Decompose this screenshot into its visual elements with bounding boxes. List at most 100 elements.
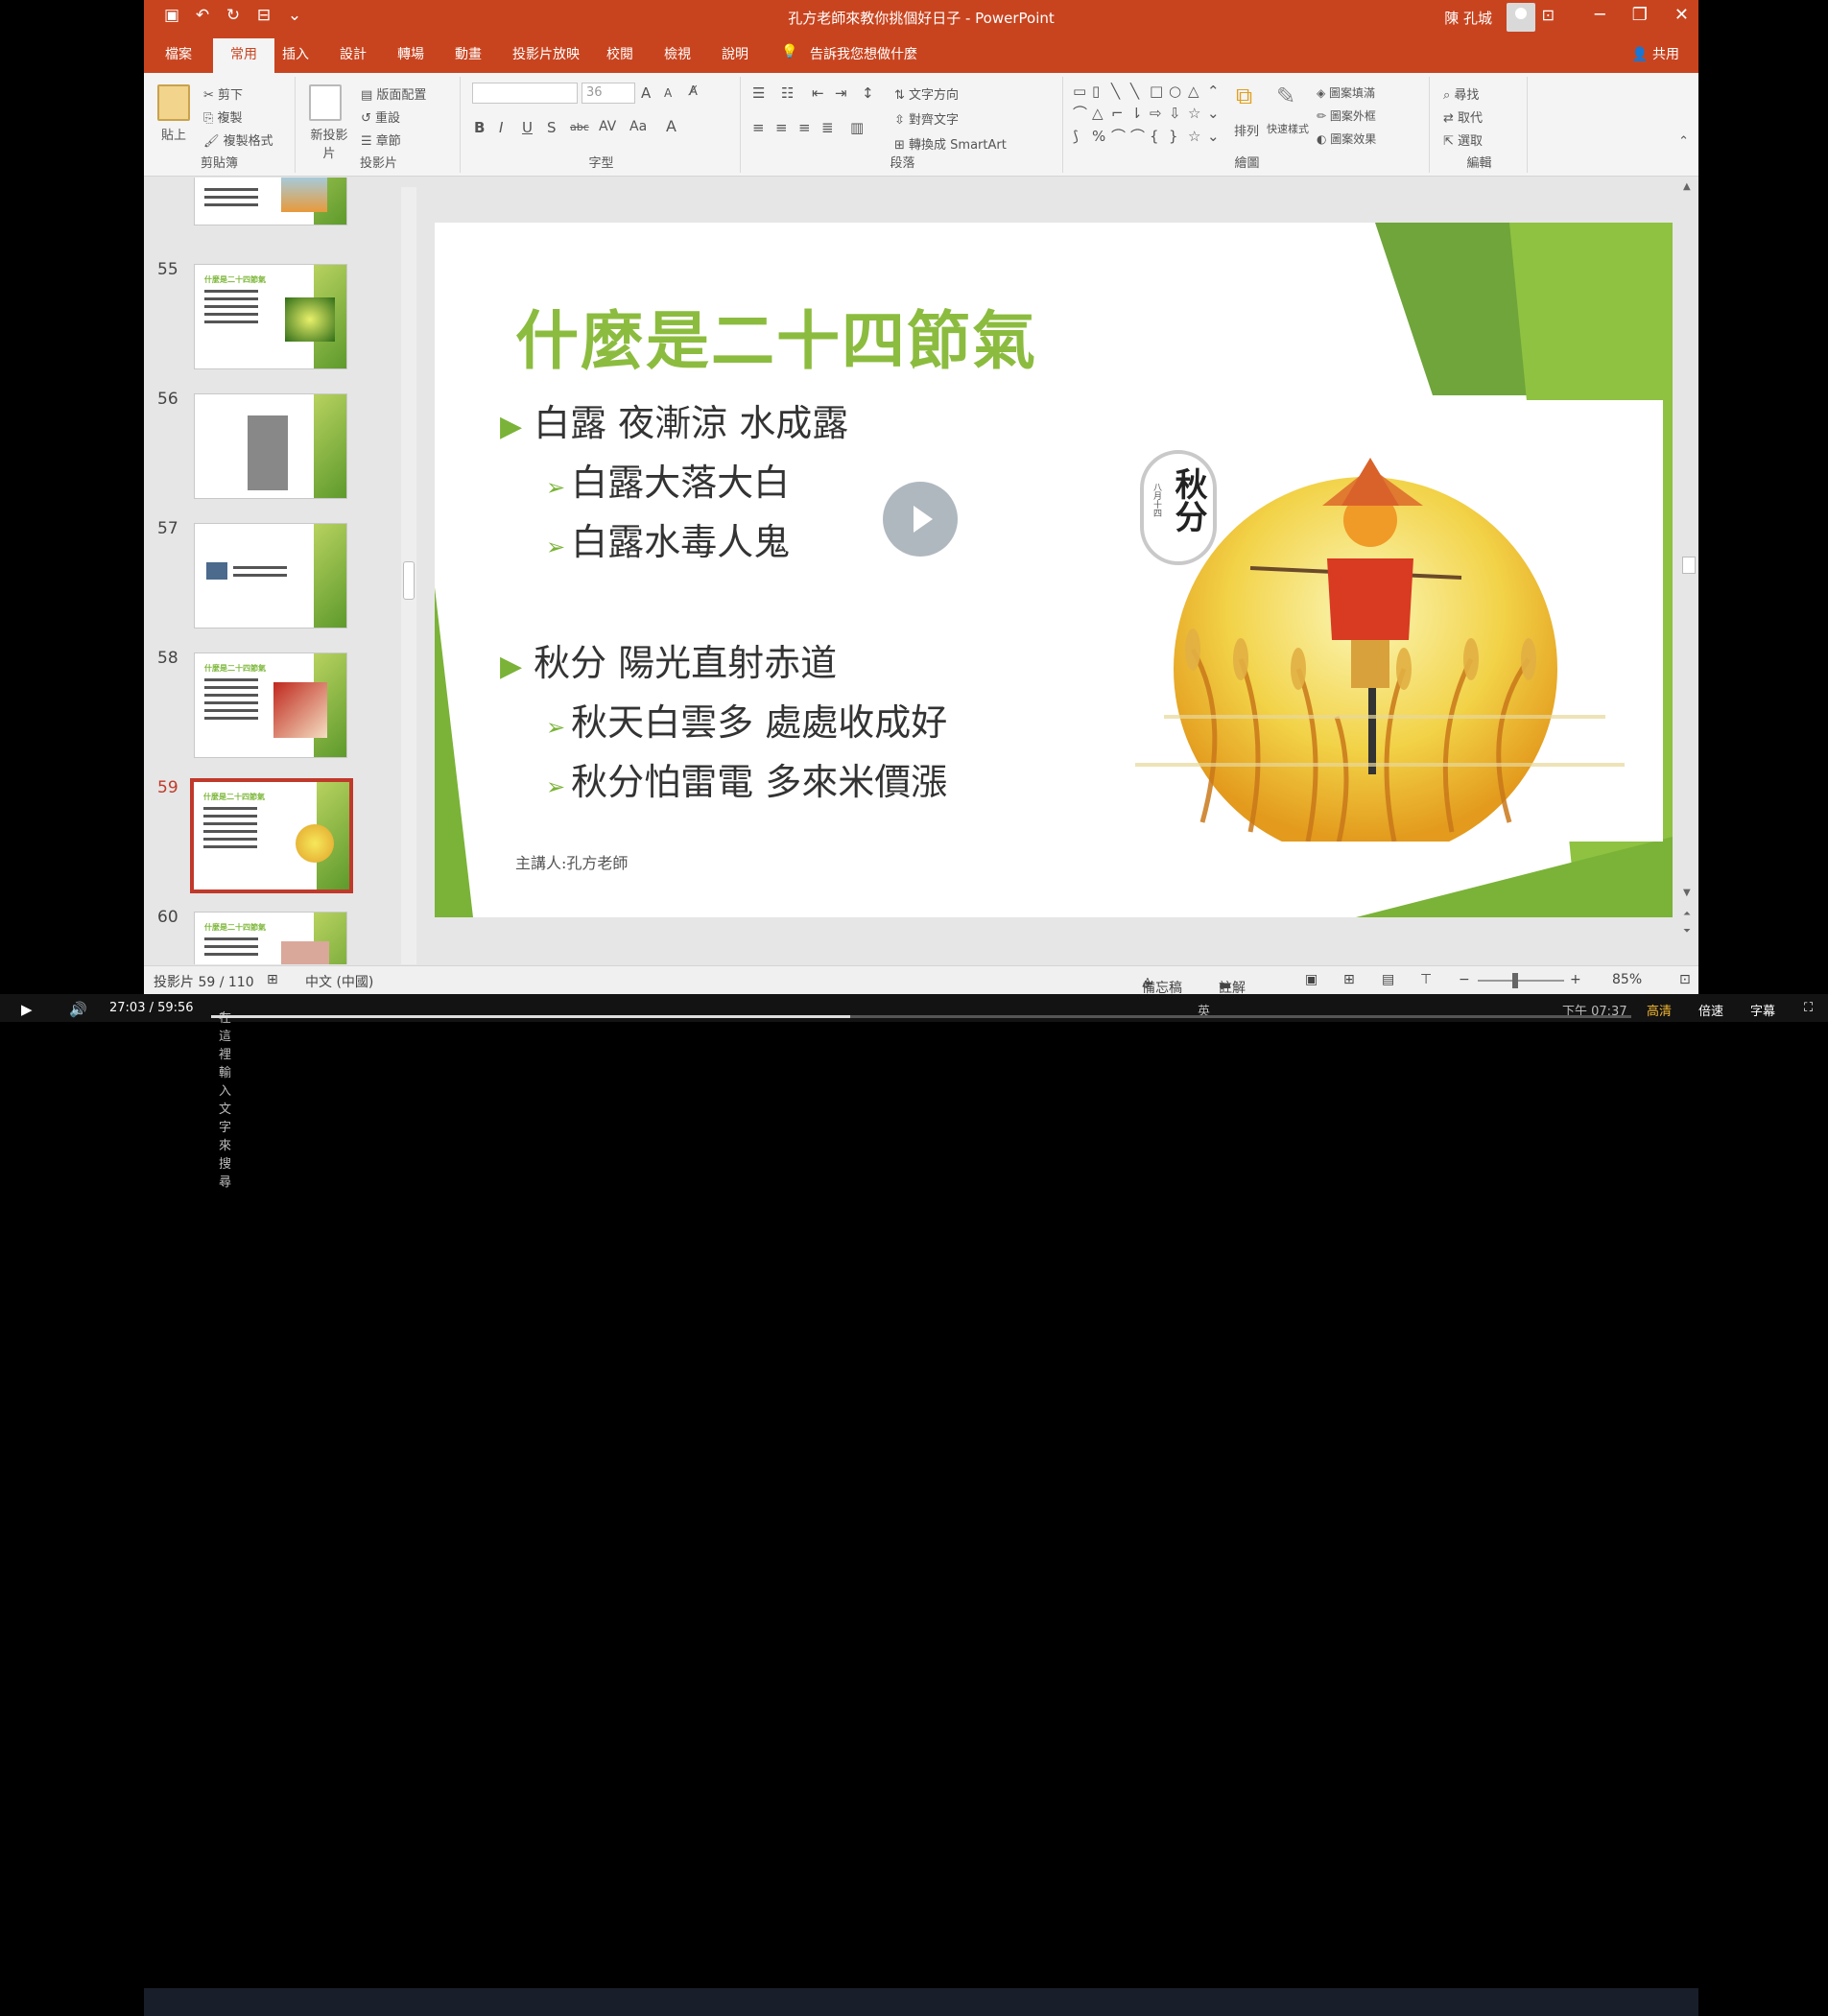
text-shadow-icon[interactable]: S [547, 119, 557, 136]
section-button[interactable]: ☰ 章節 [361, 130, 401, 149]
ribbon-display-options-icon[interactable]: ⊡ [1542, 6, 1555, 24]
zoom-level[interactable]: 85% [1612, 972, 1642, 987]
slide-thumbnail[interactable]: 什麼是二十四節氣 [194, 652, 347, 758]
slide-scrollbar[interactable]: ▲ ▼ ⏶ ⏷ [1679, 178, 1698, 964]
font-size-field[interactable]: 36 [582, 83, 635, 104]
language-indicator[interactable]: 中文 (中國) [305, 972, 373, 991]
new-slide-icon[interactable] [309, 84, 342, 121]
arrange-button[interactable]: 排列 [1234, 121, 1259, 139]
restore-icon[interactable]: ❐ [1632, 5, 1648, 25]
play-icon[interactable]: ▶ [21, 1001, 33, 1018]
tab-file[interactable]: 檔案 [165, 44, 192, 63]
tab-design[interactable]: 設計 [340, 44, 367, 63]
shapes-gallery[interactable]: ▭ ▯ ╲ ╲ □ ○ △ ⌃ ⌒ △ ⌐ ⇂ ⇨ ⇩ ☆ ⌄ ⟆% ⌒ ⌒{} ☆ ⌄ [1073, 81, 1226, 148]
quick-styles-button[interactable]: 快速樣式 [1267, 121, 1309, 136]
user-name[interactable]: 陳 孔城 [1444, 8, 1492, 28]
font-color-icon[interactable]: A [666, 117, 677, 135]
thumbnail-scrollbar-thumb[interactable] [403, 561, 415, 600]
paste-button[interactable]: 貼上 [161, 125, 186, 143]
align-text-button[interactable]: ⇳ 對齊文字 [894, 109, 959, 128]
fullscreen-icon[interactable]: ⛶ [1804, 1001, 1813, 1015]
minimize-icon[interactable]: ─ [1595, 5, 1605, 25]
slide-thumbnail[interactable]: 什麼是二十四節氣 [194, 264, 347, 369]
slide-title[interactable]: 什麼是二十四節氣 [515, 290, 1037, 382]
replace-button[interactable]: ⇄ 取代 [1443, 107, 1483, 126]
spellcheck-icon[interactable]: ⊞ [267, 972, 278, 987]
sub-bullet-2b[interactable]: ➢ 秋分怕雷電 多來米價漲 [546, 752, 947, 805]
scrollbar-thumb[interactable] [1682, 557, 1696, 574]
format-painter-button[interactable]: 🖌 複製格式 [203, 130, 273, 149]
tab-slideshow[interactable]: 投影片放映 [512, 44, 580, 63]
scroll-down-icon[interactable]: ▼ [1683, 888, 1691, 898]
zoom-slider-thumb[interactable] [1512, 973, 1518, 988]
previous-slide-icon[interactable]: ⏶ [1683, 909, 1691, 919]
clear-format-icon[interactable]: A̸ [689, 84, 698, 99]
sub-bullet-1b[interactable]: ➢ 白露水毒人鬼 [546, 512, 790, 565]
columns-icon[interactable]: ▥ [850, 119, 864, 136]
find-button[interactable]: ⌕ 尋找 [1443, 84, 1479, 103]
select-button[interactable]: ⇱ 選取 [1443, 130, 1483, 149]
slide-thumbnail[interactable]: 什麼是二十四節氣 [194, 912, 347, 964]
avatar[interactable] [1507, 3, 1535, 32]
numbering-icon[interactable]: ☷ [781, 84, 794, 102]
speed-button[interactable]: 倍速 [1698, 1001, 1723, 1019]
tab-view[interactable]: 檢視 [664, 44, 691, 63]
shape-fill-button[interactable]: ◈ 圖案填滿 [1317, 84, 1375, 101]
shape-effects-button[interactable]: ◐ 圖案效果 [1317, 130, 1376, 147]
collapse-ribbon-icon[interactable]: ⌃ [1678, 134, 1689, 149]
quick-styles-icon[interactable]: ✎ [1276, 83, 1295, 109]
line-spacing-icon[interactable]: ↕ [862, 84, 874, 102]
share-button[interactable]: 👤 共用 [1631, 44, 1679, 63]
scroll-up-icon[interactable]: ▲ [1683, 181, 1691, 192]
slide-sorter-icon[interactable]: ⊞ [1343, 972, 1355, 987]
quality-button[interactable]: 高清 [1647, 1001, 1672, 1019]
arrange-icon[interactable]: ⧉ [1236, 83, 1252, 109]
bold-icon[interactable]: B [474, 119, 485, 136]
paste-icon[interactable] [157, 84, 190, 121]
align-left-icon[interactable]: ≡ [752, 119, 765, 136]
increase-indent-icon[interactable]: ⇥ [835, 84, 847, 102]
smartart-button[interactable]: ⊞ 轉換成 SmartArt [894, 134, 1007, 153]
slide-thumbnail[interactable] [194, 178, 347, 225]
font-name-field[interactable] [472, 83, 578, 104]
reading-view-icon[interactable]: ▤ [1382, 972, 1394, 987]
tab-help[interactable]: 說明 [722, 44, 748, 63]
sub-bullet-2a[interactable]: ➢ 秋天白雲多 處處收成好 [546, 693, 947, 746]
copy-button[interactable]: ⎘ 複製 [203, 107, 243, 126]
close-icon[interactable]: ✕ [1674, 5, 1689, 25]
character-spacing-icon[interactable]: AV [599, 119, 616, 134]
slide-canvas[interactable]: 什麼是二十四節氣 ▶ 白露 夜漸涼 水成露 ➢ 白露大落大白 ➢ 白露水毒人鬼 ▶ 秋分… [435, 223, 1673, 917]
play-button[interactable] [883, 482, 958, 557]
slide-thumbnail-selected[interactable]: 什麼是二十四節氣 [190, 778, 353, 893]
tab-home[interactable]: 常用 [213, 38, 274, 73]
tell-me-search[interactable]: 告訴我您想做什麼 [810, 44, 917, 63]
slideshow-view-icon[interactable]: ⊤ [1420, 972, 1432, 987]
justify-icon[interactable]: ≣ [821, 119, 834, 136]
tab-insert[interactable]: 插入 [282, 44, 309, 63]
volume-icon[interactable]: 🔊 [69, 1001, 87, 1018]
strikethrough-icon[interactable]: abc [570, 121, 589, 133]
tab-animations[interactable]: 動畫 [455, 44, 482, 63]
decrease-indent-icon[interactable]: ⇤ [812, 84, 824, 102]
bullet-1[interactable]: ▶ 白露 夜漸涼 水成露 [500, 393, 848, 446]
tab-transitions[interactable]: 轉場 [397, 44, 424, 63]
next-slide-icon[interactable]: ⏷ [1683, 926, 1691, 937]
sub-bullet-1a[interactable]: ➢ 白露大落大白 [546, 453, 790, 506]
autumn-equinox-illustration[interactable]: 八月十四 秋分 [1087, 400, 1663, 861]
cut-button[interactable]: ✂ 剪下 [203, 84, 243, 103]
change-case-icon[interactable]: Aa [629, 119, 647, 134]
bullets-icon[interactable]: ☰ [752, 84, 765, 102]
text-direction-button[interactable]: ⇅ 文字方向 [894, 84, 959, 103]
align-right-icon[interactable]: ≡ [798, 119, 811, 136]
normal-view-icon[interactable]: ▣ [1305, 972, 1318, 987]
fit-to-window-icon[interactable]: ⊡ [1679, 972, 1691, 987]
italic-icon[interactable]: I [499, 119, 503, 136]
zoom-in-icon[interactable]: + [1570, 972, 1581, 987]
layout-button[interactable]: ▤ 版面配置 [361, 84, 426, 103]
slide-thumbnail[interactable] [194, 393, 347, 499]
increase-font-icon[interactable]: A [641, 84, 651, 102]
zoom-slider[interactable] [1478, 980, 1564, 982]
subtitle-button[interactable]: 字幕 [1750, 1001, 1775, 1019]
underline-icon[interactable]: U [522, 119, 533, 136]
shape-outline-button[interactable]: ✏ 圖案外框 [1317, 107, 1376, 124]
